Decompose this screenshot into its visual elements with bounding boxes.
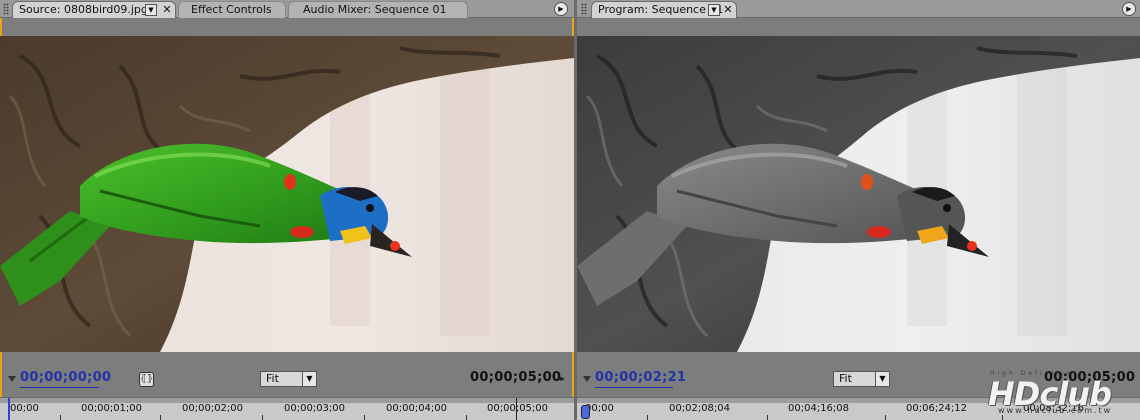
tab-program[interactable]: Program: Sequence 01 ▼ ✕ [591,1,737,18]
source-transport-controls: 00;00;00;00 ⦃⦄ Fit ▼ 00;00;05;00 ◂▸ [0,360,574,396]
tab-audio-mixer-label: Audio Mixer: Sequence 01 [303,3,447,16]
chevron-down-icon[interactable]: ▼ [302,372,316,386]
timecode-underline [20,387,99,388]
watermark-url: www.hdclub.com.tw [998,406,1113,415]
program-current-timecode[interactable]: 00;00;02;21 [595,370,686,385]
ruler-label: 00;02;08;04 [669,403,731,414]
tab-source[interactable]: Source: 0808bird09.jpg ▼ ✕ [12,1,176,18]
sequence-dropdown-icon[interactable]: ▼ [708,4,720,16]
ruler-label: 00;00;02;00 [182,403,244,414]
ruler-label: 00;00;03;00 [284,403,346,414]
timecode-options-icon[interactable] [583,376,591,382]
source-video-frame [0,36,574,352]
ruler-tick [466,415,467,420]
program-zoom-select[interactable]: Fit ▼ [833,371,890,387]
timecode-underline [595,387,673,388]
tab-source-label: Source: 0808bird09.jpg [19,3,148,16]
ruler-label: 00;00 [10,403,39,414]
ruler-label: 00;00;01;00 [81,403,143,414]
ruler-tick [262,415,263,420]
source-clip-dropdown-icon[interactable]: ▼ [145,4,157,16]
ruler-label: 00;04;16;08 [788,403,850,414]
timecode-options-icon[interactable] [8,376,16,382]
panel-grip-icon[interactable] [581,3,587,15]
ruler-tick [885,415,886,420]
close-icon[interactable]: ✕ [161,2,173,18]
source-duration-timecode: 00;00;05;00 [470,370,562,385]
tab-effect-controls-label: Effect Controls [191,3,272,16]
chevron-down-icon[interactable]: ▼ [875,372,889,386]
program-zoom-value: Fit [839,372,852,385]
source-monitor-panel: Source: 0808bird09.jpg ▼ ✕ Effect Contro… [0,0,574,420]
ruler-tick [160,415,161,420]
program-tab-bar: Program: Sequence 01 ▼ ✕ ▶ [577,0,1140,18]
source-zoom-value: Fit [266,372,279,385]
source-time-ruler[interactable]: 00;00 00;00;01;00 00;00;02;00 00;00;03;0… [0,397,574,420]
source-out-point[interactable] [516,398,517,420]
panel-grip-icon[interactable] [3,3,9,15]
source-zoom-select[interactable]: Fit ▼ [260,371,317,387]
ruler-label: 00;00;04;00 [386,403,448,414]
ruler-label: 00;00;05;00 [487,403,549,414]
playhead-nudge-icon[interactable]: ◂▸ [557,374,565,383]
source-playhead[interactable] [8,398,10,420]
source-tab-bar: Source: 0808bird09.jpg ▼ ✕ Effect Contro… [0,0,574,18]
watermark-logo: High Definition HDclub www.hdclub.com.tw [988,370,1138,418]
panel-menu-icon[interactable]: ▶ [1122,2,1136,16]
ruler-tick [647,415,648,420]
program-video-frame [577,36,1140,352]
ruler-tick [364,415,365,420]
tab-audio-mixer[interactable]: Audio Mixer: Sequence 01 [288,1,468,18]
safe-margins-icon[interactable]: ⦃⦄ [139,372,154,387]
ruler-label: 00;06;24;12 [906,403,968,414]
tab-program-label: Program: Sequence 01 [598,3,724,16]
panel-menu-icon[interactable]: ▶ [554,2,568,16]
ruler-tick [60,415,61,420]
program-playhead[interactable] [581,405,590,419]
source-current-timecode[interactable]: 00;00;00;00 [20,370,111,385]
premiere-workspace: Source: 0808bird09.jpg ▼ ✕ Effect Contro… [0,0,1140,420]
program-monitor-panel: Program: Sequence 01 ▼ ✕ ▶ 00;00;02;21 F… [577,0,1140,420]
bird-image-color [0,36,574,352]
tab-effect-controls[interactable]: Effect Controls [178,1,286,18]
close-icon[interactable]: ✕ [722,2,734,18]
bird-image-bw [577,36,1140,352]
ruler-tick [767,415,768,420]
